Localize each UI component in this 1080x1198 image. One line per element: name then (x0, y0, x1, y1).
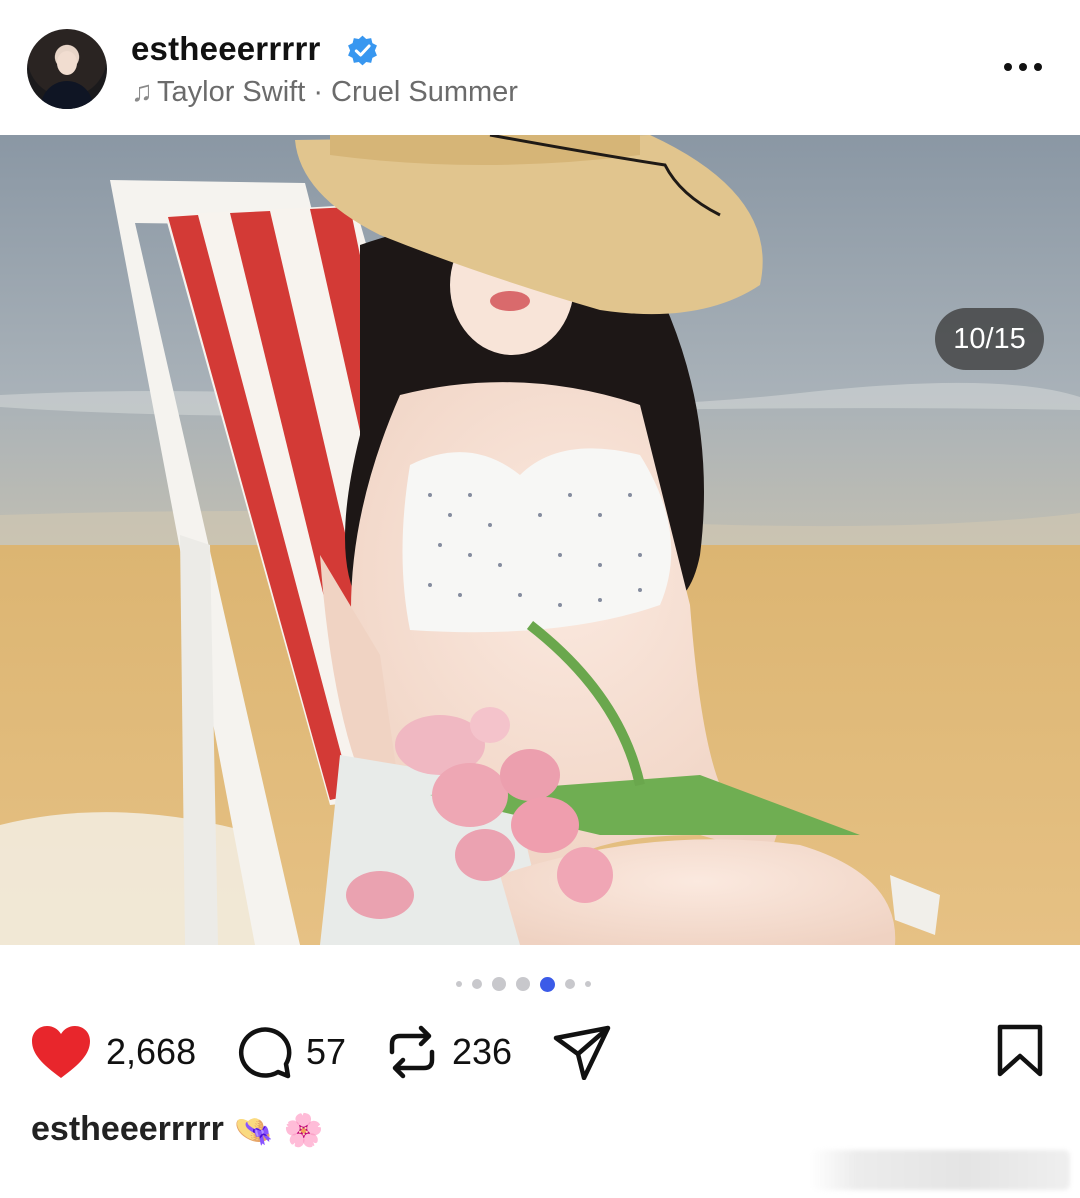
bookmark-icon[interactable] (996, 1024, 1044, 1078)
more-dots-icon (1004, 63, 1012, 71)
song-info: Taylor Swift · Cruel Summer (157, 76, 518, 108)
avatar-face (57, 51, 77, 75)
blurred-watermark (810, 1150, 1070, 1190)
comment-count: 57 (306, 1031, 347, 1072)
post-header: estheeerrrrr ♫ Taylor Swift · Cruel Summe… (0, 0, 1080, 135)
repost-button[interactable]: 236 (386, 1020, 512, 1084)
repost-count: 236 (452, 1031, 513, 1072)
carousel-dot (565, 979, 575, 989)
comment-button[interactable]: 57 (236, 1020, 346, 1084)
carousel-dot (472, 979, 482, 989)
cherry-blossom-emoji: 🌸 (283, 1110, 324, 1149)
avatar-shoulders (41, 81, 93, 109)
straw-hat-emoji: 👒 (233, 1110, 274, 1149)
caption-username[interactable]: estheeerrrrr (31, 1110, 224, 1149)
share-button[interactable] (552, 1020, 612, 1084)
post-photo[interactable]: 10/15 (0, 135, 1080, 945)
more-options-button[interactable] (1004, 55, 1044, 79)
beach-photo-illustration (0, 135, 1080, 945)
song-info-row[interactable]: ♫ Taylor Swift · Cruel Summer (131, 76, 518, 109)
carousel-dot (585, 981, 591, 987)
share-icon (553, 1025, 611, 1080)
carousel-dot (516, 977, 530, 991)
caption-row: estheeerrrrr 👒 🌸 (31, 1110, 323, 1149)
heart-icon (32, 1026, 90, 1078)
like-count: 2,668 (106, 1031, 197, 1072)
carousel-dot-active (540, 976, 555, 992)
verified-badge-icon (348, 35, 377, 66)
carousel-indicator (456, 976, 591, 992)
action-bar: 2,668 57 236 (0, 1020, 1080, 1084)
carousel-dot (456, 981, 462, 987)
comment-icon (238, 1027, 292, 1079)
photo-counter: 10/15 (935, 308, 1044, 370)
carousel-dot (492, 977, 506, 991)
like-button[interactable]: 2,668 (30, 1020, 196, 1084)
avatar[interactable] (27, 29, 107, 109)
post-username[interactable]: estheeerrrrr (131, 30, 321, 68)
music-note-icon: ♫ (131, 76, 153, 108)
repost-icon (389, 1025, 435, 1079)
